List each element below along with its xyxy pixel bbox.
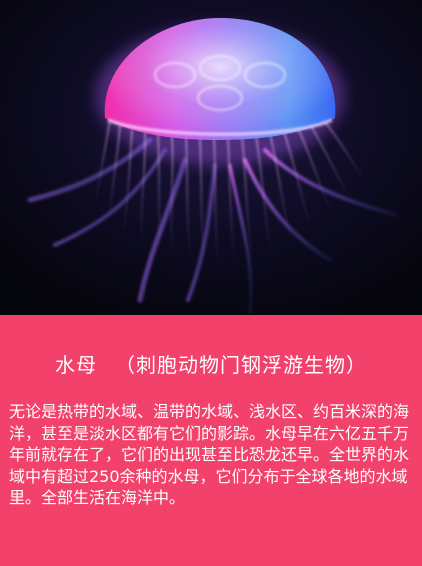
- jellyfish-card: 水母 （刺胞动物门钢浮游生物） 无论是热带的水域、温带的水域、浅水区、约百米深的海…: [0, 0, 422, 566]
- description-panel: 水母 （刺胞动物门钢浮游生物） 无论是热带的水域、温带的水域、浅水区、约百米深的海…: [0, 315, 422, 566]
- description-text: 无论是热带的水域、温带的水域、浅水区、约百米深的海洋，甚至是淡水区都有它们的影踪…: [9, 402, 410, 507]
- jellyfish-photo: [0, 0, 422, 315]
- title-classification: （刺胞动物门钢浮游生物）: [115, 353, 367, 377]
- title-main: 水母: [55, 353, 97, 377]
- page-title: 水母 （刺胞动物门钢浮游生物）: [0, 349, 422, 378]
